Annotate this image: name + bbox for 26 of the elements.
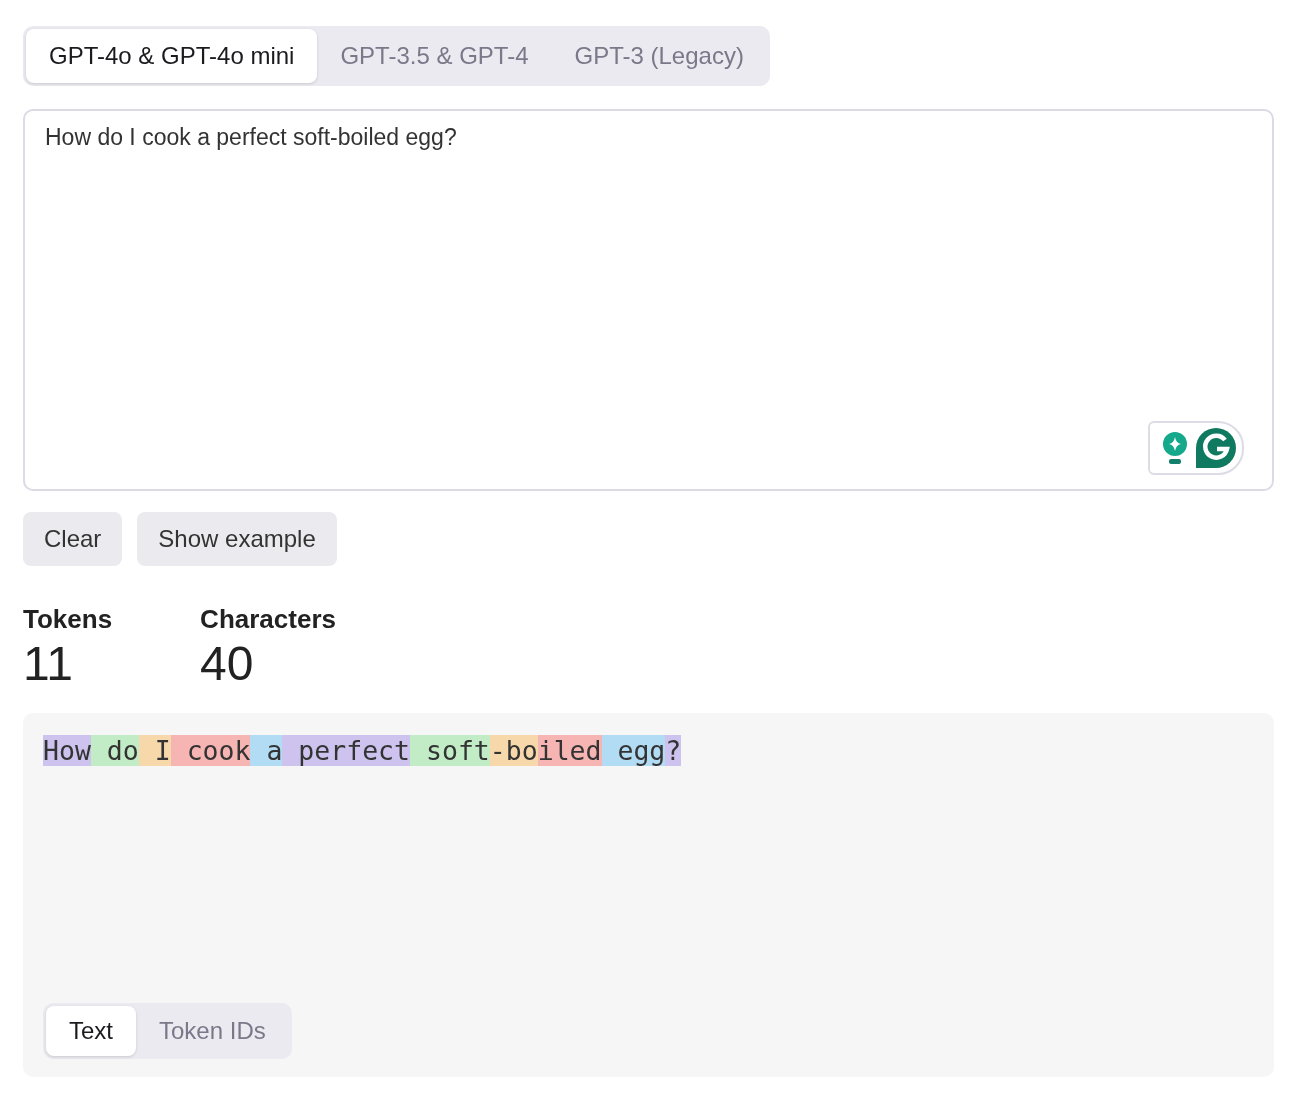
token: egg xyxy=(601,735,666,766)
view-tab[interactable]: Text xyxy=(46,1006,136,1056)
token: perfect xyxy=(282,735,410,766)
extension-badge[interactable] xyxy=(1148,421,1244,475)
g-logo-icon xyxy=(1194,426,1238,470)
model-tab[interactable]: GPT-4o & GPT-4o mini xyxy=(26,29,318,83)
view-tab[interactable]: Token IDs xyxy=(136,1006,289,1056)
model-tab[interactable]: GPT-3 (Legacy) xyxy=(551,29,767,83)
token: I xyxy=(138,735,171,766)
prompt-input[interactable]: How do I cook a perfect soft-boiled egg? xyxy=(25,111,1272,489)
token: -bo xyxy=(489,735,538,766)
stat-value: 40 xyxy=(200,636,255,692)
token: a xyxy=(250,735,283,766)
stat-label: Tokens xyxy=(23,604,113,635)
token: do xyxy=(90,735,139,766)
token: iled xyxy=(537,735,602,766)
action-button[interactable]: Clear xyxy=(23,512,123,566)
stat-value: 11 xyxy=(23,636,74,692)
token: cook xyxy=(170,735,251,766)
token: ? xyxy=(665,735,682,766)
token: soft xyxy=(410,735,490,766)
model-tab[interactable]: GPT-3.5 & GPT-4 xyxy=(317,29,552,83)
action-button[interactable]: Show example xyxy=(137,512,337,566)
lightbulb-icon xyxy=(1160,431,1190,465)
token: How xyxy=(43,735,91,766)
stat-label: Characters xyxy=(200,604,336,635)
